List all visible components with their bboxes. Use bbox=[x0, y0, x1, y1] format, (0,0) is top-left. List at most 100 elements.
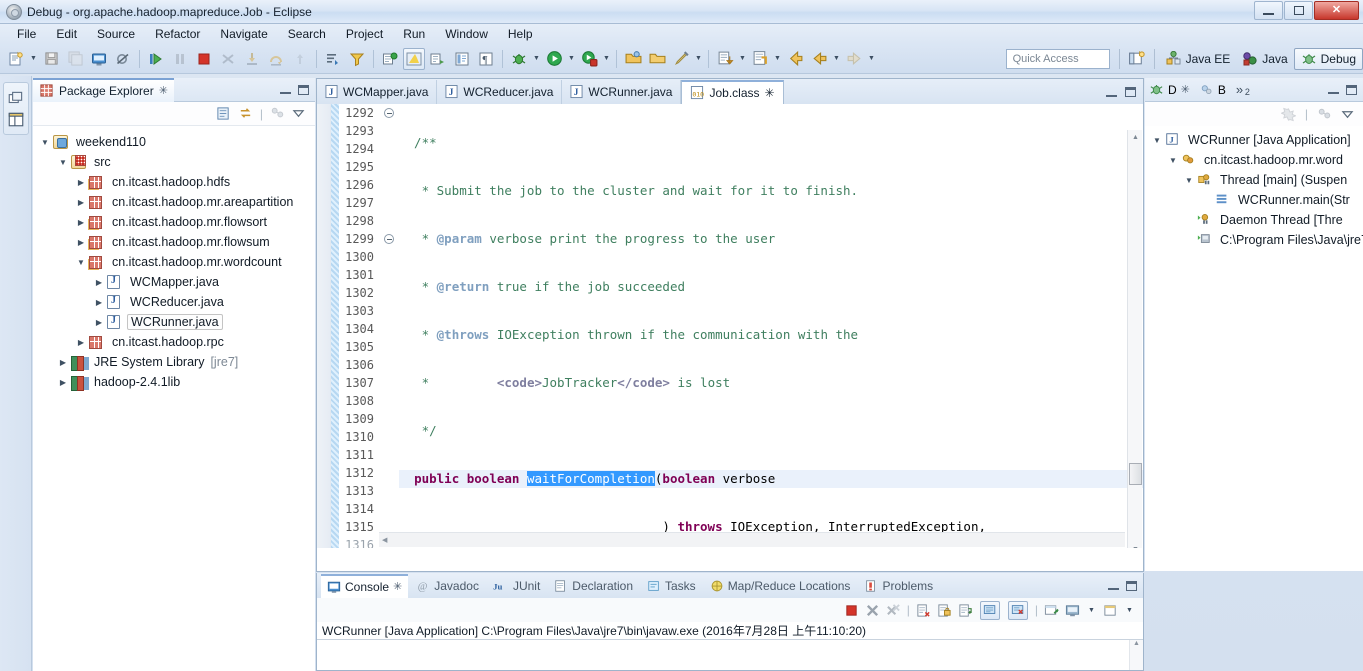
chevron-right-icon[interactable]: ▶ bbox=[55, 378, 71, 387]
show-console-on-output-icon[interactable] bbox=[979, 600, 1000, 620]
view-menu-linked-icon[interactable] bbox=[1317, 107, 1332, 122]
minimize-icon[interactable] bbox=[1106, 88, 1117, 97]
maximize-button[interactable] bbox=[1284, 1, 1313, 20]
chevron-right-icon[interactable]: ▶ bbox=[91, 278, 107, 287]
minimize-icon[interactable] bbox=[1328, 85, 1339, 94]
restore-icon[interactable] bbox=[7, 89, 25, 107]
chevron-right-icon[interactable]: ▶ bbox=[73, 218, 89, 227]
chevron-down-icon[interactable]: ▼ bbox=[1165, 156, 1181, 165]
maximize-icon[interactable] bbox=[1346, 84, 1357, 95]
open-task-icon[interactable] bbox=[646, 48, 668, 70]
chevron-down-icon[interactable]: ▼ bbox=[1149, 136, 1165, 145]
tab-package-explorer[interactable]: Package Explorer ✳ bbox=[33, 77, 174, 102]
minimize-icon[interactable] bbox=[1108, 581, 1119, 590]
debug-node-target[interactable]: ▼ cn.itcast.hadoop.mr.word bbox=[1145, 150, 1363, 170]
back-dropdown-icon[interactable]: ▼ bbox=[831, 48, 842, 70]
code-editor[interactable]: 1292 1293 1294 1295 1296 1297 1298 1299 … bbox=[317, 104, 1143, 548]
chevron-down-icon[interactable]: ▼ bbox=[1181, 176, 1197, 185]
show-whitespace-icon[interactable]: ¶ bbox=[475, 48, 497, 70]
close-icon[interactable]: ✳ bbox=[1181, 83, 1190, 96]
skip-breakpoints-icon[interactable] bbox=[112, 48, 134, 70]
marker-ruler[interactable] bbox=[317, 104, 331, 548]
pretty-print-icon[interactable] bbox=[451, 48, 473, 70]
editor-vertical-scrollbar[interactable]: ▲ ▼ bbox=[1127, 130, 1142, 548]
maximize-icon[interactable] bbox=[298, 84, 309, 95]
tab-junit[interactable]: Ju JUnit bbox=[487, 574, 546, 598]
close-icon[interactable]: ✳ bbox=[159, 84, 168, 97]
close-icon[interactable]: ✳ bbox=[393, 580, 402, 593]
tree-item-package-areapartition[interactable]: ▶ cn.itcast.hadoop.mr.areapartition bbox=[33, 192, 315, 212]
tree-item-hadoop-lib[interactable]: ▶ hadoop-2.4.1lib bbox=[33, 372, 315, 392]
forward-dropdown-icon[interactable]: ▼ bbox=[866, 48, 877, 70]
scroll-down-icon[interactable]: ▼ bbox=[1128, 542, 1143, 548]
fold-toggle[interactable] bbox=[383, 230, 395, 248]
new-dropdown-icon[interactable]: ▼ bbox=[28, 48, 39, 70]
last-edit-dropdown-icon[interactable]: ▼ bbox=[772, 48, 783, 70]
open-console-icon[interactable] bbox=[1065, 603, 1080, 618]
print-icon[interactable] bbox=[88, 48, 110, 70]
open-type-icon[interactable] bbox=[622, 48, 644, 70]
quick-access-input[interactable]: Quick Access bbox=[1005, 48, 1110, 69]
chevron-double-right-icon[interactable]: » 2 bbox=[1236, 82, 1250, 97]
editor-tab-wcrunner[interactable]: J WCRunner.java bbox=[562, 80, 682, 104]
perspective-java[interactable]: Java bbox=[1236, 48, 1293, 70]
scroll-up-icon[interactable]: ▲ bbox=[1128, 130, 1143, 145]
editor-tab-wcmapper[interactable]: J WCMapper.java bbox=[317, 80, 438, 104]
drop-to-frame-icon[interactable] bbox=[322, 48, 344, 70]
close-button[interactable]: ✕ bbox=[1314, 1, 1359, 20]
run-icon[interactable] bbox=[543, 48, 565, 70]
console-vertical-scrollbar[interactable]: ▲ bbox=[1129, 640, 1143, 670]
chevron-down-icon[interactable]: ▼ bbox=[37, 138, 53, 147]
debug-icon[interactable] bbox=[508, 48, 530, 70]
tab-declaration[interactable]: Declaration bbox=[548, 574, 639, 598]
annotation-dropdown-icon[interactable]: ▼ bbox=[737, 48, 748, 70]
tab-tasks[interactable]: Tasks bbox=[641, 574, 702, 598]
minimize-button[interactable] bbox=[1254, 1, 1283, 20]
tab-debug-label[interactable]: D bbox=[1168, 83, 1177, 97]
menu-source[interactable]: Source bbox=[88, 25, 144, 43]
new-console-view-icon[interactable] bbox=[1103, 603, 1118, 618]
new-wizard-icon[interactable] bbox=[5, 48, 27, 70]
chevron-right-icon[interactable]: ▶ bbox=[91, 318, 107, 327]
run-external-icon[interactable] bbox=[578, 48, 600, 70]
minimize-icon[interactable] bbox=[280, 85, 291, 94]
tree-item-package-flowsort[interactable]: ▶ cn.itcast.hadoop.mr.flowsort bbox=[33, 212, 315, 232]
menu-file[interactable]: File bbox=[8, 25, 45, 43]
chevron-down-icon[interactable]: ▼ bbox=[73, 258, 89, 267]
menu-run[interactable]: Run bbox=[394, 25, 434, 43]
chevron-down-icon[interactable]: ▼ bbox=[55, 158, 71, 167]
display-selected-console-icon[interactable] bbox=[1044, 603, 1059, 618]
editor-tab-wcreducer[interactable]: J WCReducer.java bbox=[437, 80, 563, 104]
fold-toggle[interactable] bbox=[383, 104, 395, 122]
collapse-icon[interactable] bbox=[384, 108, 394, 118]
terminate-icon[interactable] bbox=[193, 48, 215, 70]
collapse-icon[interactable] bbox=[384, 234, 394, 244]
remove-all-terminated-icon[interactable] bbox=[1280, 107, 1296, 122]
debug-node-thread-main[interactable]: ▼ Thread [main] (Suspen bbox=[1145, 170, 1363, 190]
menu-refactor[interactable]: Refactor bbox=[146, 25, 209, 43]
perspective-debug[interactable]: Debug bbox=[1293, 47, 1363, 70]
scroll-lock-icon[interactable] bbox=[937, 603, 952, 618]
last-edit-icon[interactable] bbox=[749, 48, 771, 70]
tree-item-package-rpc[interactable]: ▶ cn.itcast.hadoop.rpc bbox=[33, 332, 315, 352]
editor-horizontal-scrollbar[interactable]: ◀ bbox=[379, 532, 1125, 547]
menu-project[interactable]: Project bbox=[337, 25, 392, 43]
scroll-up-icon[interactable]: ▲ bbox=[1130, 640, 1143, 647]
debug-node-launch[interactable]: ▼ J WCRunner [Java Application] bbox=[1145, 130, 1363, 150]
open-perspective-icon[interactable] bbox=[1126, 48, 1148, 70]
debug-dropdown-icon[interactable]: ▼ bbox=[531, 48, 542, 70]
terminate-icon[interactable] bbox=[844, 603, 859, 618]
external-dropdown-icon[interactable]: ▼ bbox=[601, 48, 612, 70]
debug-node-system-process[interactable]: C:\Program Files\Java\jre7 bbox=[1145, 230, 1363, 250]
link-with-editor-icon[interactable] bbox=[238, 106, 253, 121]
toggle-mark-occurrences-icon[interactable] bbox=[427, 48, 449, 70]
perspective-java-ee[interactable]: Java EE bbox=[1160, 48, 1237, 70]
instruction-stepping-icon[interactable] bbox=[403, 47, 425, 70]
editor-tab-job-class[interactable]: 010 Job.class ✳ bbox=[681, 80, 784, 104]
use-step-filters-icon[interactable] bbox=[346, 48, 368, 70]
chevron-right-icon[interactable]: ▶ bbox=[91, 298, 107, 307]
collapse-all-icon[interactable] bbox=[216, 106, 231, 121]
tree-item-package-wordcount[interactable]: ▼ cn.itcast.hadoop.mr.wordcount bbox=[33, 252, 315, 272]
tree-item-wcmapper[interactable]: ▶ WCMapper.java bbox=[33, 272, 315, 292]
tab-breakpoints-label[interactable]: B bbox=[1218, 83, 1226, 97]
